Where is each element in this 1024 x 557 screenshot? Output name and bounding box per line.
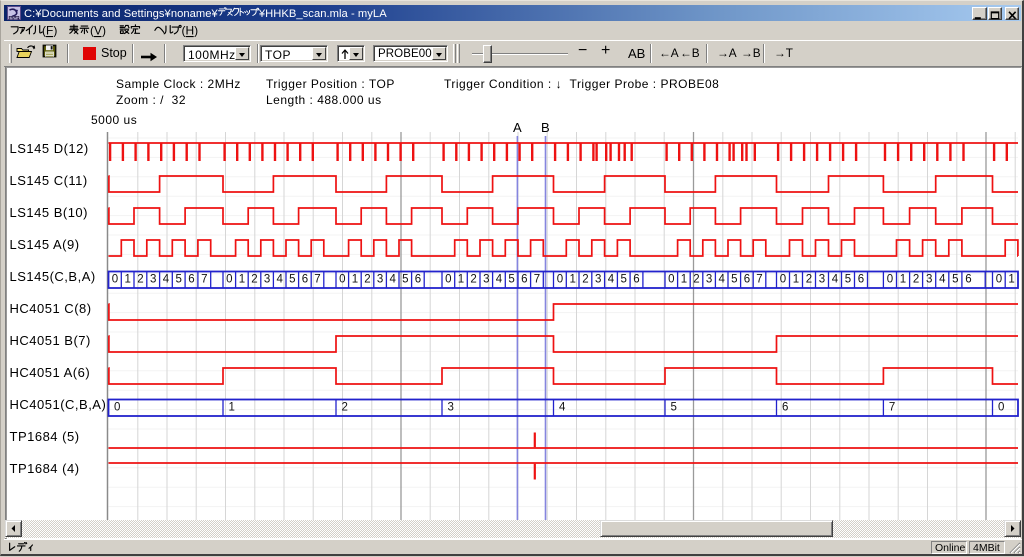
svg-text:1: 1	[793, 273, 799, 285]
svg-text:1: 1	[681, 273, 687, 285]
svg-text:3: 3	[819, 273, 825, 285]
svg-text:0: 0	[998, 401, 1004, 413]
svg-text:7: 7	[201, 273, 207, 285]
svg-text:2: 2	[251, 273, 257, 285]
svg-text:5: 5	[731, 273, 737, 285]
svg-text:4: 4	[496, 273, 503, 285]
svg-text:6: 6	[633, 273, 639, 285]
svg-text:2: 2	[806, 273, 812, 285]
svg-text:3: 3	[448, 401, 454, 413]
svg-text:0: 0	[996, 273, 1002, 285]
svg-text:6: 6	[782, 401, 788, 413]
svg-text:7: 7	[314, 273, 320, 285]
svg-text:7: 7	[534, 273, 540, 285]
svg-text:7: 7	[756, 273, 762, 285]
svg-text:2: 2	[137, 273, 143, 285]
svg-text:0: 0	[226, 273, 232, 285]
svg-text:2: 2	[913, 273, 919, 285]
svg-text:2: 2	[582, 273, 588, 285]
svg-text:0: 0	[445, 273, 451, 285]
svg-text:0: 0	[780, 273, 786, 285]
svg-text:3: 3	[706, 273, 712, 285]
svg-text:5: 5	[845, 273, 851, 285]
svg-text:2: 2	[470, 273, 476, 285]
svg-text:6: 6	[521, 273, 527, 285]
svg-text:1: 1	[569, 273, 575, 285]
svg-text:0: 0	[114, 401, 120, 413]
svg-text:1: 1	[1008, 273, 1014, 285]
svg-text:3: 3	[150, 273, 156, 285]
svg-text:4: 4	[559, 401, 566, 413]
svg-text:3: 3	[264, 273, 270, 285]
svg-text:6: 6	[965, 273, 971, 285]
svg-text:6: 6	[415, 273, 421, 285]
svg-text:2: 2	[693, 273, 699, 285]
svg-text:0: 0	[668, 273, 674, 285]
svg-text:3: 3	[483, 273, 489, 285]
svg-text:5: 5	[289, 273, 295, 285]
svg-text:1: 1	[229, 401, 235, 413]
svg-text:1: 1	[239, 273, 245, 285]
svg-text:0: 0	[339, 273, 345, 285]
svg-text:5: 5	[402, 273, 408, 285]
svg-text:0: 0	[887, 273, 893, 285]
svg-text:4: 4	[939, 273, 946, 285]
svg-text:6: 6	[188, 273, 194, 285]
svg-text:4: 4	[276, 273, 283, 285]
svg-text:5: 5	[671, 401, 677, 413]
svg-text:3: 3	[377, 273, 383, 285]
svg-text:4: 4	[163, 273, 170, 285]
svg-text:0: 0	[112, 273, 118, 285]
svg-text:5: 5	[508, 273, 514, 285]
svg-text:5: 5	[620, 273, 626, 285]
svg-text:6: 6	[302, 273, 308, 285]
svg-text:4: 4	[718, 273, 725, 285]
svg-text:1: 1	[352, 273, 358, 285]
svg-text:0: 0	[557, 273, 563, 285]
svg-text:6: 6	[744, 273, 750, 285]
svg-text:1: 1	[124, 273, 130, 285]
svg-text:1: 1	[458, 273, 464, 285]
svg-text:2: 2	[342, 401, 348, 413]
svg-text:5: 5	[175, 273, 181, 285]
svg-text:7: 7	[889, 401, 895, 413]
svg-text:1: 1	[900, 273, 906, 285]
svg-text:2: 2	[364, 273, 370, 285]
svg-text:3: 3	[926, 273, 932, 285]
svg-text:4: 4	[608, 273, 615, 285]
svg-text:3: 3	[595, 273, 601, 285]
svg-text:4: 4	[389, 273, 396, 285]
svg-text:4: 4	[832, 273, 839, 285]
svg-text:6: 6	[858, 273, 864, 285]
svg-text:5: 5	[952, 273, 958, 285]
